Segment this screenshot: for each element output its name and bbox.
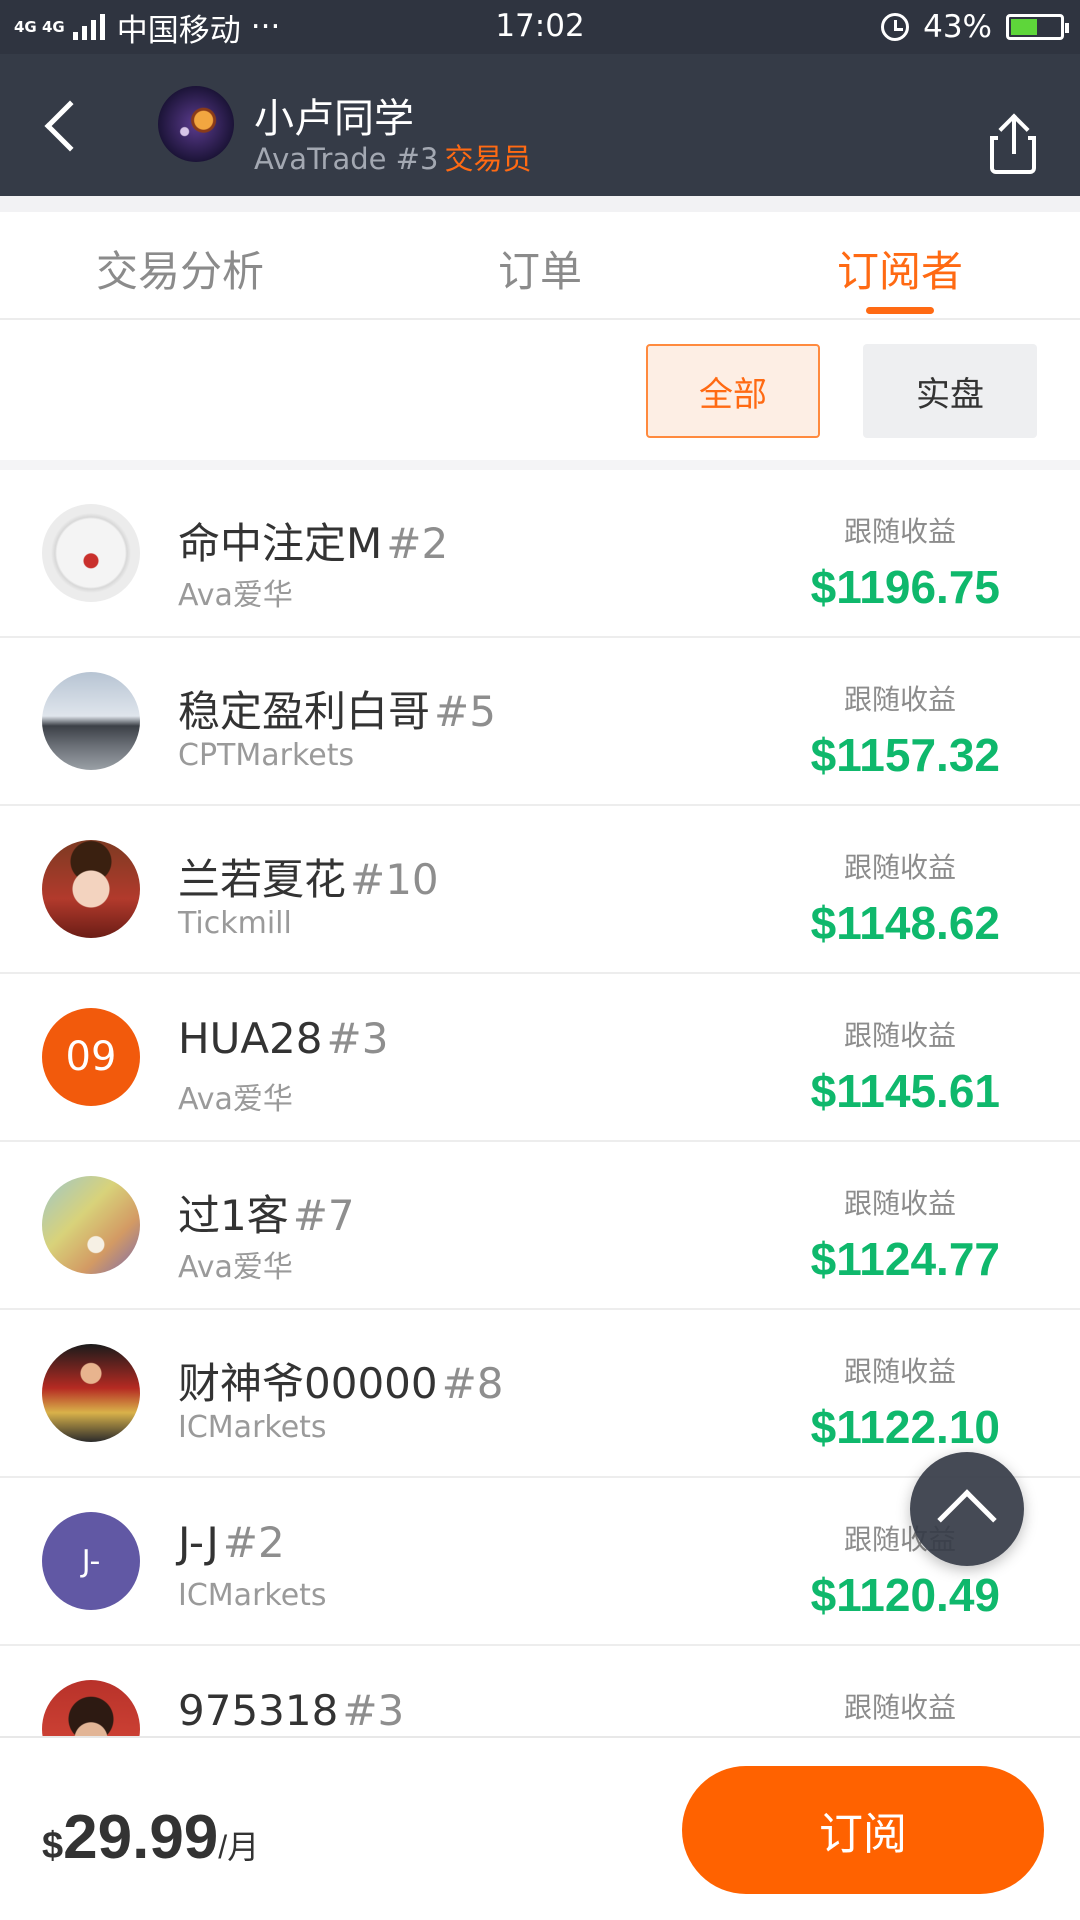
subscriber-rank: #8 — [441, 1359, 504, 1408]
subscriber-name: HUA28 — [178, 1014, 323, 1063]
subscriber-name: 过1客 — [178, 1191, 289, 1240]
battery-icon — [1006, 14, 1069, 40]
profit-label: 跟随收益 — [843, 851, 956, 884]
avatar: J- — [42, 1512, 140, 1610]
trader-role: 交易员 — [444, 142, 532, 176]
divider — [0, 460, 1080, 470]
filter-bar: 全部 实盘 — [0, 322, 1080, 460]
list-item[interactable]: 兰若夏花#10 Tickmill 跟随收益 $1148.62 — [0, 806, 1080, 974]
subscriber-broker: Ava爱华 — [178, 578, 293, 613]
subscriber-name-line: 稳定盈利白哥#5 — [178, 678, 496, 739]
trader-subtitle: AvaTrade #3 交易员 — [254, 136, 531, 178]
avatar — [42, 840, 140, 938]
tab-bar: 交易分析 订单 订阅者 — [0, 212, 1080, 320]
avatar — [42, 504, 140, 602]
list-item[interactable]: 命中注定M#2 Ava爱华 跟随收益 $1196.75 — [0, 470, 1080, 638]
subscriber-rank: #10 — [350, 855, 439, 904]
subscriber-name-line: 财神爷00000#8 — [178, 1350, 504, 1411]
price-amount: 29.99 — [63, 1803, 219, 1872]
share-button[interactable] — [988, 113, 1040, 178]
profit-value: $1122.10 — [810, 1401, 1000, 1453]
profit-label: 跟随收益 — [843, 683, 956, 716]
avatar — [42, 672, 140, 770]
profit-label: 跟随收益 — [843, 1019, 956, 1052]
price-currency: $ — [42, 1825, 64, 1867]
profit-value: $1148.62 — [810, 897, 1000, 949]
subscribe-button[interactable]: 订阅 — [682, 1766, 1044, 1894]
profit-label: 跟随收益 — [843, 1355, 956, 1388]
trader-avatar[interactable] — [158, 86, 234, 162]
subscriber-name-line: 命中注定M#2 — [178, 510, 448, 571]
profit-value: $1124.77 — [810, 1233, 1000, 1285]
subscriber-broker: ICMarkets — [178, 1578, 327, 1613]
back-button[interactable] — [36, 96, 96, 156]
tab-orders[interactable]: 订单 — [360, 212, 720, 318]
subscriber-name-line: 975318#3 — [178, 1686, 404, 1735]
subscriber-rank: #7 — [292, 1191, 355, 1240]
subscriber-broker: CPTMarkets — [178, 738, 355, 773]
avatar: 09 — [42, 1008, 140, 1106]
profit-label: 跟随收益 — [843, 1691, 956, 1724]
status-right: 43% — [881, 6, 1069, 48]
subscriber-name: 975318 — [178, 1686, 339, 1735]
subscriber-rank: #5 — [434, 687, 496, 736]
subscriber-name: 财神爷00000 — [178, 1359, 438, 1408]
header-gap — [0, 196, 1080, 212]
subscriber-broker: ICMarkets — [178, 1410, 327, 1445]
subscriber-rank: #3 — [326, 1014, 389, 1063]
profit-label: 跟随收益 — [843, 1187, 956, 1220]
subscriber-name-line: 兰若夏花#10 — [178, 846, 439, 907]
chevron-up-icon — [937, 1489, 997, 1549]
subscriber-name: 稳定盈利白哥 — [178, 687, 431, 736]
battery-percent: 43% — [923, 9, 992, 45]
tab-subscribers[interactable]: 订阅者 — [720, 212, 1080, 318]
profit-value: $1196.75 — [810, 561, 1000, 613]
subscriber-rank: #2 — [222, 1518, 285, 1567]
subscriber-name-line: HUA28#3 — [178, 1014, 388, 1063]
avatar — [42, 1176, 140, 1274]
subscribe-bar: $29.99/月 订阅 — [0, 1736, 1080, 1920]
profit-value: $1120.49 — [810, 1569, 1000, 1621]
scroll-to-top-button[interactable] — [910, 1452, 1024, 1566]
filter-real-button[interactable]: 实盘 — [863, 344, 1037, 438]
profit-value: $1145.61 — [810, 1065, 1000, 1117]
subscription-price: $29.99/月 — [42, 1802, 259, 1873]
list-item[interactable]: 过1客#7 Ava爱华 跟随收益 $1124.77 — [0, 1142, 1080, 1310]
profit-label: 跟随收益 — [843, 515, 956, 548]
subscriber-name: 兰若夏花 — [178, 855, 347, 904]
subscriber-name: J-J — [178, 1518, 219, 1567]
filter-all-button[interactable]: 全部 — [646, 344, 820, 438]
app-header: 小卢同学 AvaTrade #3 交易员 — [0, 54, 1080, 196]
tab-trade-analysis[interactable]: 交易分析 — [0, 212, 360, 318]
profit-value: $1157.32 — [810, 729, 1000, 781]
price-unit: /月 — [218, 1829, 260, 1865]
subscriber-broker: Ava爱华 — [178, 1082, 293, 1117]
status-bar: 4G 4G 中国移动 ··· 17:02 43% — [0, 0, 1080, 54]
alarm-icon — [881, 13, 910, 41]
subscriber-broker: Ava爱华 — [178, 1250, 293, 1285]
subscriber-name: 命中注定M — [178, 519, 383, 568]
list-item[interactable]: 975318#3 跟随收益 — [0, 1646, 1080, 1738]
avatar — [42, 1344, 140, 1442]
list-item[interactable]: 稳定盈利白哥#5 CPTMarkets 跟随收益 $1157.32 — [0, 638, 1080, 806]
list-item[interactable]: 财神爷00000#8 ICMarkets 跟随收益 $1122.10 — [0, 1310, 1080, 1478]
subscriber-broker: Tickmill — [178, 906, 292, 941]
list-item[interactable]: 09 HUA28#3 Ava爱华 跟随收益 $1145.61 — [0, 974, 1080, 1142]
subscriber-list[interactable]: 命中注定M#2 Ava爱华 跟随收益 $1196.75 稳定盈利白哥#5 CPT… — [0, 470, 1080, 1738]
subscriber-rank: #3 — [342, 1686, 405, 1735]
subscriber-name-line: J-J#2 — [178, 1518, 285, 1567]
subscriber-name-line: 过1客#7 — [178, 1182, 355, 1243]
trader-broker: AvaTrade #3 — [254, 142, 439, 176]
back-arrow-icon — [44, 100, 96, 152]
subscriber-rank: #2 — [386, 519, 449, 568]
avatar — [42, 1680, 140, 1738]
